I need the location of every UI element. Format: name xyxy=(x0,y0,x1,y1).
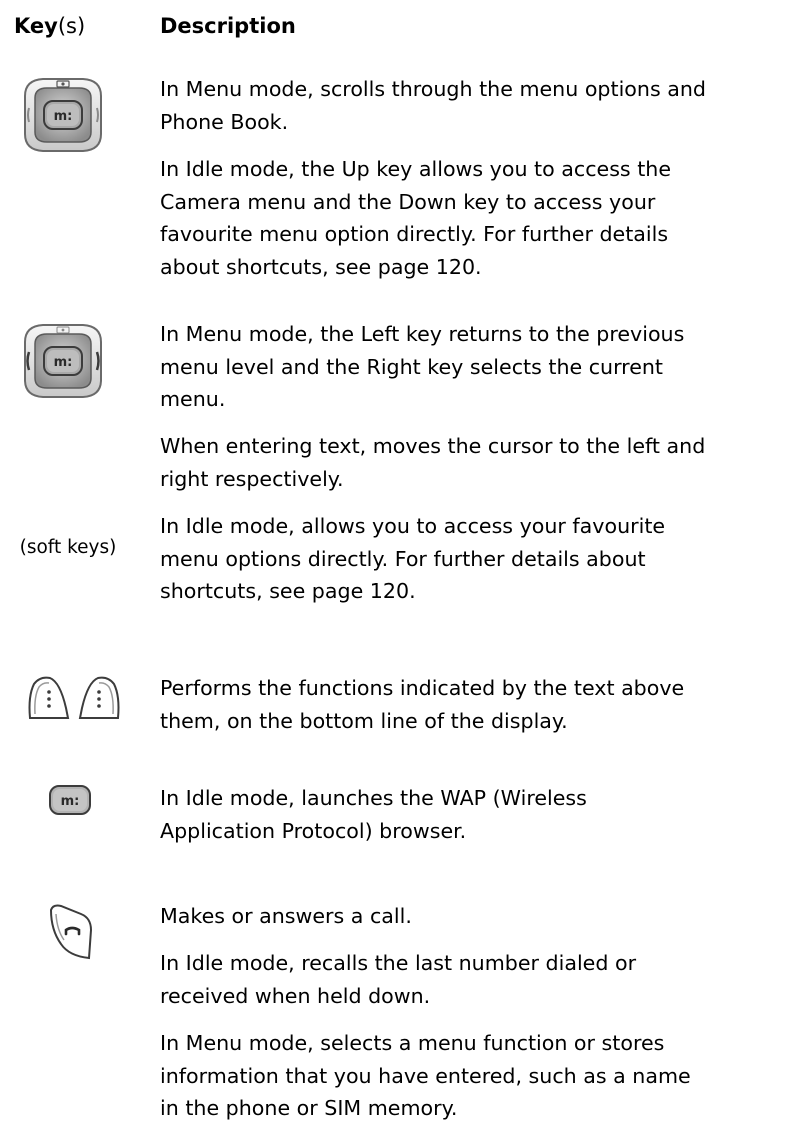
navigation-key-left-right-icon: m: xyxy=(24,324,102,398)
row-1-paragraph-2: In Idle mode, the Up key allows you to a… xyxy=(160,157,672,279)
manual-page: Key(s) Description m: In Menu mode, scro… xyxy=(0,0,785,1120)
row-5-paragraph-1: Makes or answers a call. xyxy=(160,904,412,928)
soft-keys-icon xyxy=(28,676,120,719)
row-5-paragraph-3: In Menu mode, selects a menu function or… xyxy=(160,1031,691,1121)
row-3-paragraph-1: Performs the functions indicated by the … xyxy=(160,676,685,733)
column-header-key: Key(s) xyxy=(14,14,86,38)
row-4-paragraph-1: In Idle mode, launches the WAP (Wireless… xyxy=(160,786,587,843)
row-2-paragraph-2: When entering text, moves the cursor to … xyxy=(160,434,706,491)
row-5-paragraph-2: In Idle mode, recalls the last number di… xyxy=(160,951,637,1008)
row-2-paragraph-3: In Idle mode, allows you to access your … xyxy=(160,514,666,604)
navigation-key-up-down-icon: m: xyxy=(24,78,102,152)
wap-key-icon: m: xyxy=(49,785,91,815)
column-header-description: Description xyxy=(160,14,296,38)
row-1-paragraph-1: In Menu mode, scrolls through the menu o… xyxy=(160,77,706,134)
soft-keys-caption: (soft keys) xyxy=(19,537,117,558)
row-2-paragraph-1: In Menu mode, the Left key returns to th… xyxy=(160,322,685,412)
send-key-icon xyxy=(49,904,93,960)
svg-text:m:: m: xyxy=(54,109,73,124)
svg-text:m:: m: xyxy=(54,355,73,370)
svg-text:m:: m: xyxy=(61,794,80,809)
